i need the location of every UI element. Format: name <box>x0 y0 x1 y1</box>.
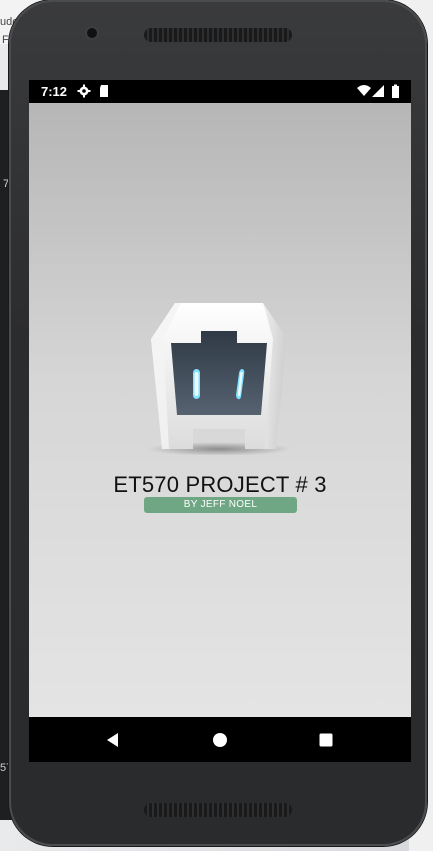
wifi-icon <box>357 84 371 98</box>
back-icon[interactable] <box>99 726 127 754</box>
phone-screen: 7:12 ET570 PROJECT # 3 BY JEFF NOEL <box>29 80 411 762</box>
author-badge: BY JEFF NOEL <box>144 497 297 513</box>
navigation-bar <box>29 717 411 762</box>
app-title: ET570 PROJECT # 3 <box>113 472 327 497</box>
phone-frame: 7:12 ET570 PROJECT # 3 BY JEFF NOEL <box>9 0 427 846</box>
battery-icon <box>389 84 403 98</box>
status-time: 7:12 <box>41 84 68 99</box>
top-speaker-grille <box>144 28 292 42</box>
signal-icon <box>372 84 386 98</box>
sd-card-icon <box>97 84 111 98</box>
recents-icon[interactable] <box>312 726 340 754</box>
gear-icon <box>77 84 91 98</box>
home-icon[interactable] <box>206 726 234 754</box>
cordova-logo <box>141 303 297 456</box>
desktop-text-fragment: F <box>2 34 9 46</box>
bottom-speaker-grille <box>144 803 292 817</box>
status-bar: 7:12 <box>29 80 411 103</box>
app-splash-screen: ET570 PROJECT # 3 BY JEFF NOEL <box>29 103 411 717</box>
front-camera <box>87 28 97 38</box>
